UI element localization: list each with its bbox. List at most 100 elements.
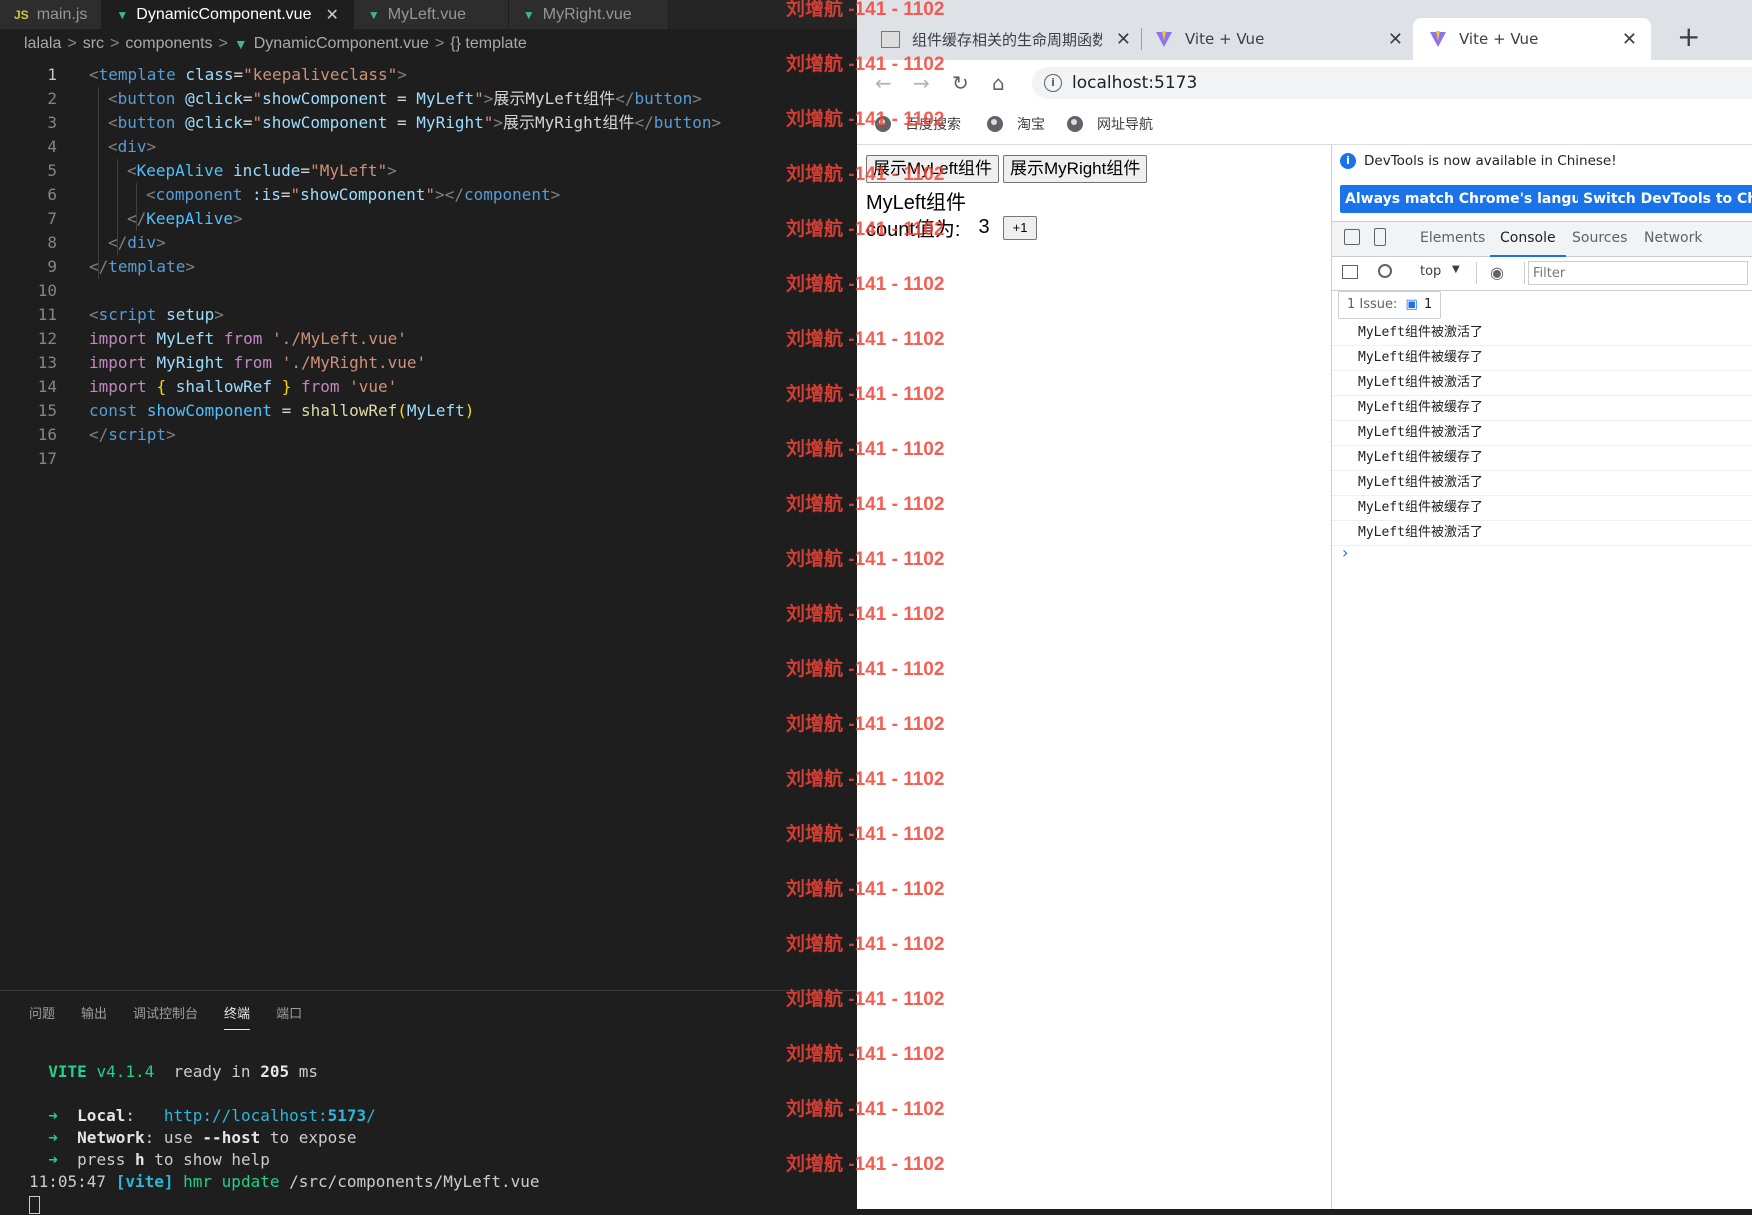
terminal-line: ➜ press h to show help (48, 1150, 270, 1169)
code-line: 14 import { shallowRef } from 'vue' (37, 377, 398, 396)
browser-tab[interactable]: Vite + Vue ✕ (1155, 18, 1403, 60)
close-icon[interactable]: ✕ (1622, 29, 1637, 50)
info-icon[interactable]: i (1044, 74, 1062, 92)
console-log-entry: MyLeft组件被激活了 (1332, 321, 1752, 346)
arrow-icon: ➜ (48, 1106, 58, 1125)
issues-badge[interactable]: 1 Issue: ▣ 1 (1338, 291, 1442, 319)
close-icon[interactable]: ✕ (325, 5, 338, 25)
bookmark-taobao[interactable]: 淘宝 (987, 114, 1045, 134)
forward-arrow-icon[interactable]: → (913, 71, 930, 95)
count-value: 3 (978, 216, 990, 238)
home-icon[interactable]: ⌂ (992, 71, 1005, 95)
tab-elements[interactable]: Elements (1420, 222, 1485, 255)
globe-icon (987, 116, 1003, 132)
tab-network[interactable]: Network (1644, 222, 1702, 255)
vue-file-icon: ▼ (522, 7, 535, 22)
info-icon: i (1340, 153, 1356, 169)
code-area[interactable]: 1 <template class="keepaliveclass"> 2 <but… (0, 60, 857, 990)
code-line: 8 </div> (47, 233, 166, 252)
breadcrumb-item[interactable]: {} template (450, 35, 527, 53)
console-log-entry: MyLeft组件被缓存了 (1332, 496, 1752, 521)
breadcrumb-item[interactable]: lalala (24, 35, 61, 53)
inspect-element-icon[interactable] (1344, 229, 1360, 245)
browser-tab-bar: 组件缓存相关的生命周期函数 ✕ Vite + Vue ✕ Vite + Vue … (857, 0, 1752, 60)
close-icon[interactable]: ✕ (1388, 29, 1403, 50)
devtools-language-notice: i DevTools is now available in Chinese! (1340, 153, 1617, 169)
vite-logo-icon (1156, 31, 1172, 47)
breadcrumb: lalala > src > components > ▼ DynamicCom… (0, 29, 857, 59)
code-line: 7 </KeepAlive> (47, 209, 243, 228)
count-label: count值为: (866, 219, 961, 241)
globe-icon (1067, 116, 1083, 132)
code-line: 15 const showComponent = shallowRef(MyLef… (37, 401, 475, 420)
terminal[interactable]: VITE v4.1.4 ready in 205 ms ➜ Local: htt… (29, 1061, 540, 1215)
bookmark-baidu[interactable]: 百度搜索 (875, 114, 961, 134)
code-editor: JS main.js ▼ DynamicComponent.vue ✕ ▼ My… (0, 0, 857, 1214)
editor-tab-main-js[interactable]: JS main.js (0, 0, 103, 29)
tab-debug-console[interactable]: 调试控制台 (133, 1001, 198, 1029)
tab-output[interactable]: 输出 (81, 1001, 107, 1029)
console-log-list: MyLeft组件被激活了 MyLeft组件被缓存了 MyLeft组件被激活了 M… (1332, 321, 1752, 546)
editor-tab-label: main.js (36, 5, 88, 23)
code-line: 1 <template class="keepaliveclass"> (47, 65, 407, 84)
message-icon: ▣ (1405, 297, 1418, 312)
breadcrumb-item[interactable]: DynamicComponent.vue (254, 35, 429, 53)
breadcrumb-item[interactable]: components (125, 35, 212, 53)
console-log-entry: MyLeft组件被激活了 (1332, 471, 1752, 496)
arrow-icon: ➜ (48, 1150, 58, 1169)
terminal-line (29, 1193, 540, 1215)
address-bar[interactable]: i localhost:5173 (1032, 67, 1752, 99)
code-line: 12 import MyLeft from './MyLeft.vue' (37, 329, 407, 348)
tab-ports[interactable]: 端口 (276, 1001, 302, 1029)
console-filter-input[interactable] (1528, 261, 1748, 285)
clear-console-icon[interactable] (1378, 264, 1392, 278)
back-arrow-icon[interactable]: ← (875, 71, 892, 95)
match-language-button[interactable]: Always match Chrome's language (1340, 185, 1616, 213)
chevron-right-icon: > (110, 35, 120, 52)
increment-button[interactable]: +1 (1002, 215, 1038, 240)
dropdown-arrow-icon: ▼ (1452, 264, 1460, 275)
browser-tab[interactable]: 组件缓存相关的生命周期函数 ✕ (881, 18, 1131, 60)
eye-icon[interactable]: ◉ (1490, 263, 1504, 282)
switch-language-button[interactable]: Switch DevTools to Chin (1578, 185, 1752, 213)
console-log-entry: MyLeft组件被缓存了 (1332, 396, 1752, 421)
reload-icon[interactable]: ↻ (952, 71, 969, 95)
chevron-right-icon: > (434, 35, 445, 52)
editor-tab-label: MyLeft.vue (387, 5, 467, 23)
chevron-right-icon: > (218, 35, 228, 52)
terminal-cursor (29, 1195, 40, 1214)
breadcrumb-item[interactable]: src (83, 35, 104, 53)
bookmark-nav[interactable]: 网址导航 (1067, 114, 1153, 134)
bookmarks-bar: 百度搜索 淘宝 网址导航 (857, 106, 1752, 145)
count-row: count值为: 3 +1 (866, 213, 1038, 242)
show-myright-button[interactable]: 展示MyRight组件 (1003, 155, 1148, 183)
show-myleft-button[interactable]: 展示MyLeft组件 (866, 155, 1000, 183)
url-text: localhost:5173 (1072, 73, 1198, 93)
js-file-icon: JS (14, 7, 29, 22)
terminal-line: ➜ Local: http://localhost:5173/ (48, 1106, 376, 1125)
tab-problems[interactable]: 问题 (29, 1001, 55, 1029)
code-line: 3 <button @click="showComponent = MyRight… (47, 113, 722, 132)
browser-tab-active[interactable]: Vite + Vue ✕ (1413, 18, 1651, 60)
divider (1476, 262, 1477, 284)
close-icon[interactable]: ✕ (1116, 29, 1131, 50)
editor-tab-dynamiccomponent[interactable]: ▼ DynamicComponent.vue ✕ (102, 0, 354, 29)
code-line: 17 (37, 449, 57, 468)
code-line: 16 </script> (37, 425, 176, 444)
tab-console[interactable]: Console (1490, 222, 1566, 257)
terminal-line: 11:05:47 [vite] hmr update /src/componen… (29, 1172, 540, 1191)
context-select[interactable]: top (1420, 264, 1441, 279)
sidebar-toggle-icon[interactable] (1342, 265, 1358, 279)
device-toolbar-icon[interactable] (1374, 228, 1386, 246)
console-log-entry: MyLeft组件被激活了 (1332, 371, 1752, 396)
console-prompt[interactable]: › (1342, 543, 1348, 562)
vue-file-icon: ▼ (233, 36, 248, 52)
browser-toolbar: ← → ↻ ⌂ i localhost:5173 (857, 60, 1752, 106)
component-title: MyLeft组件 (866, 192, 967, 214)
tab-sources[interactable]: Sources (1572, 222, 1627, 255)
tab-terminal[interactable]: 终端 (224, 1001, 251, 1030)
new-tab-button[interactable]: + (1677, 20, 1700, 53)
editor-tab-myright[interactable]: ▼ MyRight.vue (508, 0, 669, 29)
editor-tab-myleft[interactable]: ▼ MyLeft.vue (353, 0, 509, 29)
